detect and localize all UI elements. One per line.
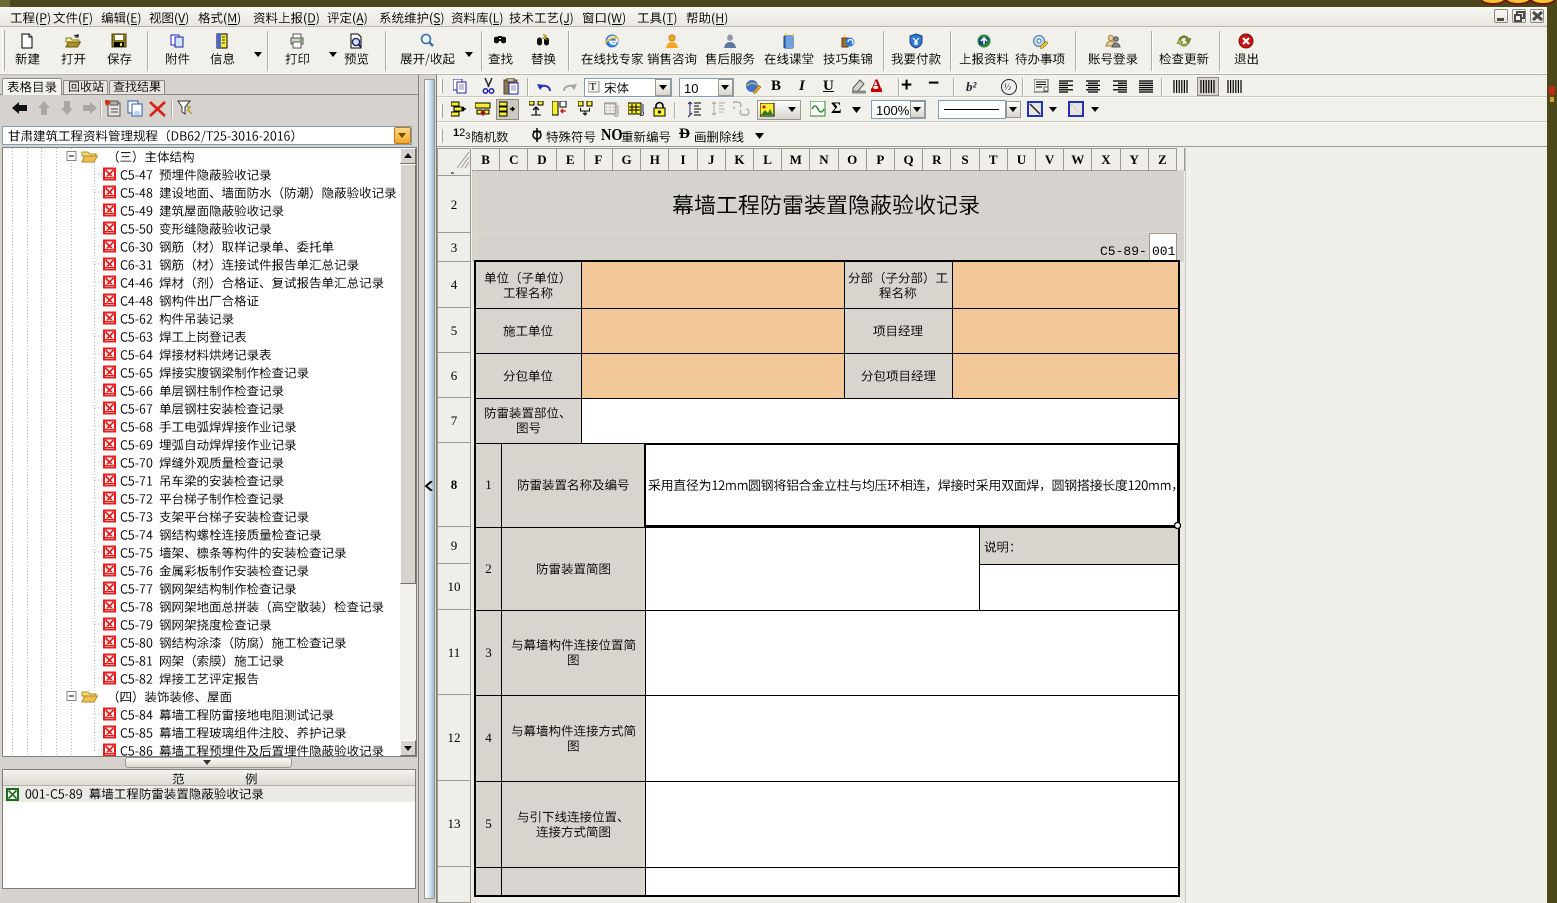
svg-text:⅓: ⅓ bbox=[1004, 82, 1011, 92]
svg-text:T: T bbox=[590, 81, 597, 93]
